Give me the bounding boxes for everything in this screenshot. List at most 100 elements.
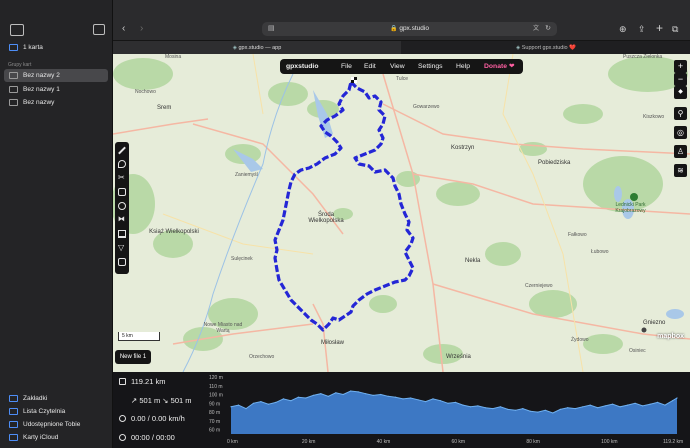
- reload-icon[interactable]: ↻: [545, 22, 551, 36]
- tab-bar: ◈ gpx.studio — app ◈ Support gpx.studio …: [113, 40, 690, 55]
- locate-icon[interactable]: ◎: [674, 126, 687, 139]
- elevation-point: [567, 407, 569, 409]
- elevation-point: [582, 406, 584, 408]
- map-label: Gowarzewo: [413, 104, 440, 110]
- tab-support-gpx-studio[interactable]: ◈ Support gpx.studio ❤️: [402, 41, 690, 55]
- sidebar-toggle-icon[interactable]: [10, 24, 24, 36]
- browser-window: 1 karta Grupy kart Bez nazwy 2 Bez nazwy…: [0, 0, 690, 448]
- map-canvas[interactable]: Mosina Nochowo Srem Zaniemyśl Środa Wiel…: [113, 54, 690, 372]
- map-label: Czerniejewo: [525, 283, 553, 289]
- x-tick-label: 100 km: [601, 439, 617, 445]
- sidebar-item-reading-list[interactable]: Lista Czytelnia: [4, 405, 108, 418]
- map-label: Lednicki Park Krajobrazowy: [615, 202, 646, 214]
- street-view-icon[interactable]: ♙: [674, 145, 687, 158]
- y-tick-label: 70 m: [209, 419, 220, 425]
- elevation-icon[interactable]: [118, 230, 126, 238]
- elevation-point: [529, 410, 531, 412]
- filter-icon[interactable]: ▽: [118, 244, 126, 252]
- elevation-point: [395, 396, 397, 398]
- downloads-icon[interactable]: ⊕: [619, 24, 627, 34]
- elevation-point: [402, 398, 404, 400]
- elevation-point: [484, 407, 486, 409]
- map-label: Srem: [157, 105, 172, 111]
- zoom-out-button[interactable]: −: [674, 73, 687, 86]
- menu-view[interactable]: View: [390, 59, 405, 74]
- layers-icon[interactable]: ≋: [674, 164, 687, 177]
- menu-edit[interactable]: Edit: [364, 59, 376, 74]
- page-menu-icon[interactable]: ▤: [268, 22, 275, 36]
- scissors-icon[interactable]: ✂: [118, 174, 126, 182]
- elevation-point: [439, 400, 442, 402]
- elevation-point: [260, 401, 262, 403]
- map-label: Fałkowo: [568, 232, 587, 238]
- elevation-point: [230, 406, 232, 408]
- map-label: Środa Wielkopolska: [308, 212, 344, 224]
- map-label: Sulęcinek: [231, 256, 253, 262]
- clean-icon[interactable]: [118, 258, 126, 266]
- elevation-point: [267, 403, 269, 405]
- elevation-point: [589, 404, 591, 406]
- share-icon[interactable]: ⇪: [638, 24, 646, 34]
- elevation-point: [656, 401, 659, 403]
- sidebar-group-bez-nazwy[interactable]: Bez nazwy: [4, 96, 108, 109]
- elevation-point: [275, 401, 277, 403]
- elevation-point: [297, 396, 299, 398]
- y-tick-label: 120 m: [209, 375, 223, 381]
- map-label: Nekla: [465, 258, 481, 264]
- elevation-point: [671, 400, 674, 402]
- new-file-tab[interactable]: New file 1: [115, 350, 151, 364]
- editing-toolbar: ✂ ⧓ ▽: [115, 142, 129, 274]
- calendar-icon[interactable]: [118, 188, 126, 196]
- elevation-profile-chart[interactable]: 120 m 110 m 100 m 90 m 80 m 70 m 60 m 0 km 20 km…: [209, 372, 683, 448]
- ruler-icon[interactable]: [118, 202, 126, 210]
- time-stat: 00:00 / 00:00: [119, 433, 175, 442]
- merge-icon[interactable]: ⧓: [118, 216, 126, 224]
- zoom-in-button[interactable]: +: [674, 60, 687, 73]
- elevation-point: [469, 406, 472, 408]
- map-label: Pobiedziska: [538, 160, 571, 166]
- sidebar-item-icloud-tabs[interactable]: Karty iCloud: [4, 431, 108, 444]
- menu-file[interactable]: File: [341, 59, 352, 74]
- map-label: Gniezno: [643, 320, 666, 326]
- elevation-point: [522, 408, 524, 410]
- sidebar-group-bez-nazwy-1[interactable]: Bez nazwy 1: [4, 83, 108, 96]
- compass-icon[interactable]: ◆: [674, 86, 687, 99]
- new-tab-group-icon[interactable]: [93, 24, 105, 35]
- new-tab-icon[interactable]: +: [656, 22, 663, 34]
- speedometer-icon: [119, 415, 126, 422]
- menu-help[interactable]: Help: [456, 59, 470, 74]
- elevation-point: [642, 405, 644, 407]
- map-label: Września: [446, 354, 471, 360]
- x-tick-label: 60 km: [451, 439, 465, 445]
- tab-overview-icon[interactable]: ⧉: [672, 24, 678, 34]
- pencil-icon[interactable]: [118, 146, 126, 155]
- sidebar-group-bez-nazwy-2[interactable]: Bez nazwy 2: [4, 69, 108, 82]
- elevation-point: [477, 405, 479, 407]
- speed-stat: 0.00 / 0.00 km/h: [119, 414, 185, 423]
- sidebar-item-bookmarks[interactable]: Zakładki: [4, 392, 108, 405]
- map-label: Tulce: [396, 76, 409, 82]
- waypoint-pin-icon[interactable]: [118, 160, 126, 168]
- address-bar[interactable]: ▤ 🔒 gpx.studio 文 ↻: [262, 22, 557, 36]
- translate-icon[interactable]: 文: [533, 22, 539, 36]
- back-arrow-icon[interactable]: ‹: [122, 24, 125, 34]
- browser-toolbar: ‹ › ▤ 🔒 gpx.studio 文 ↻ ⊕ ⇪ + ⧉: [113, 0, 690, 40]
- elevation-point: [350, 390, 352, 392]
- search-icon[interactable]: ⚲: [674, 107, 687, 120]
- map-background: [113, 54, 690, 372]
- map-scale: 5 km: [118, 332, 160, 341]
- map-label: Nowe Miasto nad Wartą: [203, 322, 243, 334]
- distance-stat: 119.21 km: [119, 377, 165, 386]
- sidebar-item-shared-with-you[interactable]: Udostępnione Tobie: [4, 418, 108, 431]
- elevation-point: [425, 401, 427, 403]
- donate-button[interactable]: Donate ❤: [484, 59, 515, 74]
- reading-list-icon: [9, 408, 18, 415]
- sidebar-item-one-tab[interactable]: 1 karta: [4, 41, 108, 54]
- y-tick-label: 60 m: [209, 428, 220, 434]
- tab-gpx-studio-app[interactable]: ◈ gpx.studio — app: [113, 41, 401, 55]
- elevation-point: [537, 411, 539, 413]
- elevation-point: [597, 407, 599, 409]
- menu-settings[interactable]: Settings: [418, 59, 443, 74]
- forward-arrow-icon[interactable]: ›: [140, 24, 143, 34]
- elevation-point: [627, 404, 629, 406]
